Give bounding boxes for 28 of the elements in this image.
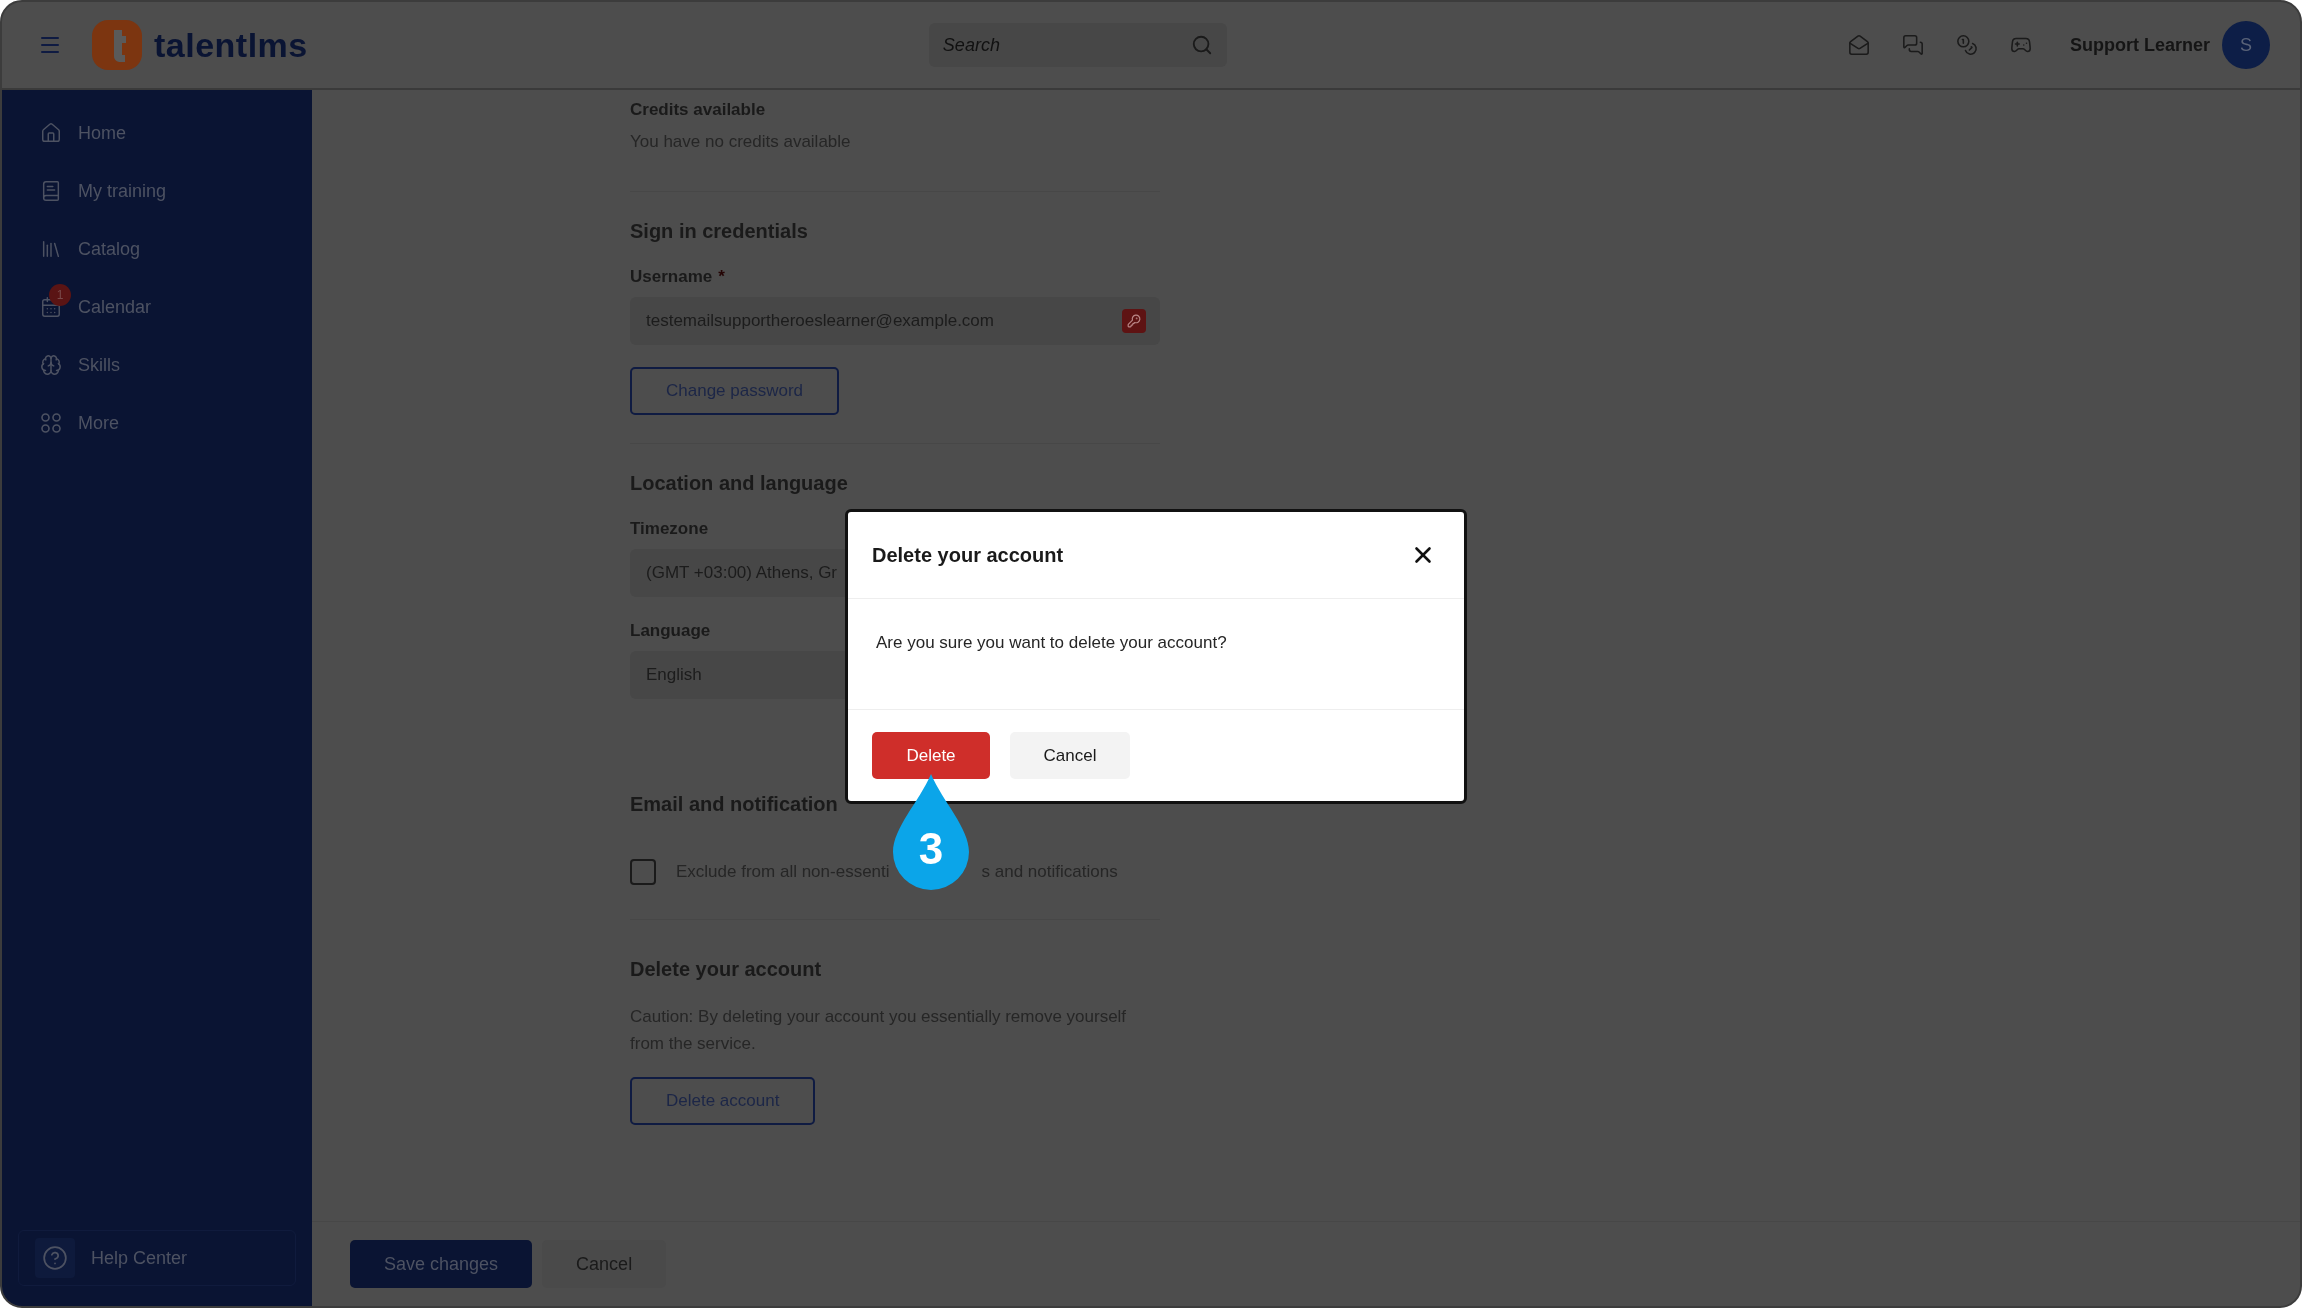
dialog-title: Delete your account — [872, 543, 1064, 567]
library-icon — [40, 238, 62, 260]
book-icon — [40, 180, 62, 202]
logo-text: talentlms — [154, 25, 308, 65]
help-center-link[interactable]: Help Center — [18, 1230, 296, 1286]
password-manager-icon[interactable] — [1122, 309, 1146, 333]
sidebar-item[interactable]: My training — [2, 162, 312, 220]
sidebar-item[interactable]: Catalog — [2, 220, 312, 278]
search-icon — [1190, 34, 1213, 56]
dots-grid-icon — [40, 412, 62, 434]
inbox-icon[interactable] — [1847, 34, 1870, 56]
coins-icon[interactable] — [1955, 34, 1978, 56]
save-changes-button[interactable]: Save changes — [350, 1240, 533, 1288]
brain-icon — [40, 354, 62, 376]
checkbox[interactable] — [630, 858, 656, 885]
help-icon — [42, 1245, 68, 1271]
home-icon — [40, 122, 62, 144]
chat-icon[interactable] — [1901, 34, 1924, 56]
cancel-button[interactable]: Cancel — [1010, 732, 1130, 779]
sidebar-item[interactable]: More — [2, 394, 312, 452]
sidebar-item[interactable]: Home — [2, 104, 312, 162]
user-name[interactable]: Support Learner — [2069, 34, 2210, 56]
step-marker: 3 — [891, 772, 971, 890]
sidebar-item[interactable]: Skills — [2, 336, 312, 394]
delete-button[interactable]: Delete — [872, 732, 990, 779]
user-avatar[interactable]: S — [2222, 21, 2270, 69]
logo-icon — [90, 18, 144, 72]
dialog-message: Are you sure you want to delete your account? — [876, 633, 1227, 652]
